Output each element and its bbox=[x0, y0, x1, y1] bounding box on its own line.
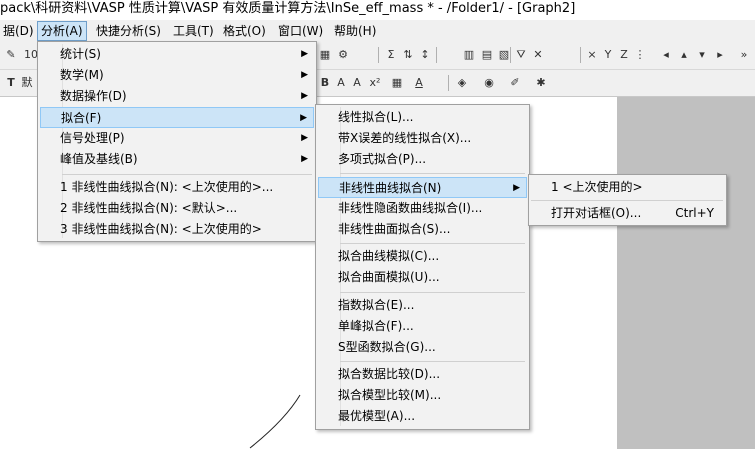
recent-item-3-label: 3 非线性曲线拟合(N): <上次使用的> bbox=[60, 222, 262, 236]
recent-item-3[interactable]: 3 非线性曲线拟合(N): <上次使用的> bbox=[40, 219, 314, 240]
menu-item-rank-models[interactable]: 最优模型(A)... bbox=[318, 406, 527, 427]
menu-item-statistics[interactable]: 统计(S) ▶ bbox=[40, 44, 314, 65]
menu-item-sigmoid-fit[interactable]: S型函数拟合(G)... bbox=[318, 337, 527, 358]
menu-item-compare-datasets[interactable]: 拟合数据比较(D)... bbox=[318, 364, 527, 385]
recent-item-1[interactable]: 1 非线性曲线拟合(N): <上次使用的>... bbox=[40, 177, 314, 198]
recent-item-2[interactable]: 2 非线性曲线拟合(N): <默认>... bbox=[40, 198, 314, 219]
menu-item-statistics-label: 统计(S) bbox=[60, 47, 101, 61]
menu-item-surface-fit[interactable]: 非线性曲面拟合(S)... bbox=[318, 219, 527, 240]
menu-item-surface-simulate-label: 拟合曲面模拟(U)... bbox=[338, 270, 440, 284]
menu-item-surface-simulate[interactable]: 拟合曲面模拟(U)... bbox=[318, 267, 527, 288]
menu-item-compare-models-label: 拟合模型比较(M)... bbox=[338, 388, 442, 402]
menu-item-linear-fit-xerror-label: 带X误差的线性拟合(X)... bbox=[338, 131, 472, 145]
menu-item-surface-fit-label: 非线性曲面拟合(S)... bbox=[338, 222, 451, 236]
submenu-arrow-icon: ▶ bbox=[513, 183, 520, 193]
submenu-arrow-icon: ▶ bbox=[301, 49, 308, 59]
submenu-arrow-icon: ▶ bbox=[301, 133, 308, 143]
submenu-arrow-icon: ▶ bbox=[301, 91, 308, 101]
menu-item-polynomial-fit-label: 多项式拟合(P)... bbox=[338, 152, 427, 166]
menu-item-compare-models[interactable]: 拟合模型比较(M)... bbox=[318, 385, 527, 406]
menu-item-single-peak-fit[interactable]: 单峰拟合(F)... bbox=[318, 316, 527, 337]
menu-item-signal-processing-label: 信号处理(P) bbox=[60, 131, 125, 145]
menu-item-single-peak-fit-label: 单峰拟合(F)... bbox=[338, 319, 414, 333]
menu-item-data-manipulation[interactable]: 数据操作(D) ▶ bbox=[40, 86, 314, 107]
menu-item-peaks-baseline[interactable]: 峰值及基线(B) ▶ bbox=[40, 149, 314, 170]
menu-item-last-used-label: 1 <上次使用的> bbox=[551, 180, 643, 194]
menu-item-nonlinear-curve-fit-label: 非线性曲线拟合(N) bbox=[339, 181, 442, 195]
recent-item-1-label: 1 非线性曲线拟合(N): <上次使用的>... bbox=[60, 180, 274, 194]
menu-item-math-label: 数学(M) bbox=[60, 68, 104, 82]
menu-item-data-manipulation-label: 数据操作(D) bbox=[60, 89, 127, 103]
submenu-arrow-icon: ▶ bbox=[300, 113, 307, 123]
menu-item-linear-fit[interactable]: 线性拟合(L)... bbox=[318, 107, 527, 128]
menu-item-sigmoid-fit-label: S型函数拟合(G)... bbox=[338, 340, 436, 354]
recent-item-2-label: 2 非线性曲线拟合(N): <默认>... bbox=[60, 201, 238, 215]
menu-item-nonlinear-curve-fit[interactable]: 非线性曲线拟合(N) ▶ bbox=[318, 177, 527, 198]
menu-item-implicit-curve-fit-label: 非线性隐函数曲线拟合(I)... bbox=[338, 201, 483, 215]
menu-item-curve-simulate-label: 拟合曲线模拟(C)... bbox=[338, 249, 440, 263]
menu-item-compare-datasets-label: 拟合数据比较(D)... bbox=[338, 367, 441, 381]
menu-item-rank-models-label: 最优模型(A)... bbox=[338, 409, 416, 423]
menu-item-exponential-fit[interactable]: 指数拟合(E)... bbox=[318, 295, 527, 316]
menu-item-peaks-baseline-label: 峰值及基线(B) bbox=[60, 152, 138, 166]
menu-item-open-dialog[interactable]: 打开对话框(O)... Ctrl+Y bbox=[531, 203, 724, 224]
menu-item-polynomial-fit[interactable]: 多项式拟合(P)... bbox=[318, 149, 527, 170]
menu-item-linear-fit-label: 线性拟合(L)... bbox=[338, 110, 414, 124]
fitting-submenu: 线性拟合(L)... 带X误差的线性拟合(X)... 多项式拟合(P)... 非… bbox=[315, 104, 530, 430]
menu-item-open-dialog-label: 打开对话框(O)... bbox=[551, 206, 642, 220]
menu-item-implicit-curve-fit[interactable]: 非线性隐函数曲线拟合(I)... bbox=[318, 198, 527, 219]
menu-item-signal-processing[interactable]: 信号处理(P) ▶ bbox=[40, 128, 314, 149]
nonlinear-fit-submenu: 1 <上次使用的> 打开对话框(O)... Ctrl+Y bbox=[528, 174, 727, 226]
menu-item-fitting-label: 拟合(F) bbox=[61, 111, 102, 125]
menu-item-fitting[interactable]: 拟合(F) ▶ bbox=[40, 107, 314, 128]
menu-item-math[interactable]: 数学(M) ▶ bbox=[40, 65, 314, 86]
analysis-menu: 统计(S) ▶ 数学(M) ▶ 数据操作(D) ▶ 拟合(F) ▶ 信号处理(P… bbox=[37, 41, 317, 242]
menu-item-linear-fit-xerror[interactable]: 带X误差的线性拟合(X)... bbox=[318, 128, 527, 149]
menu-item-open-dialog-shortcut: Ctrl+Y bbox=[675, 206, 714, 220]
submenu-arrow-icon: ▶ bbox=[301, 70, 308, 80]
menu-item-exponential-fit-label: 指数拟合(E)... bbox=[338, 298, 415, 312]
menu-item-last-used[interactable]: 1 <上次使用的> bbox=[531, 177, 724, 198]
menu-item-curve-simulate[interactable]: 拟合曲线模拟(C)... bbox=[318, 246, 527, 267]
submenu-arrow-icon: ▶ bbox=[301, 154, 308, 164]
